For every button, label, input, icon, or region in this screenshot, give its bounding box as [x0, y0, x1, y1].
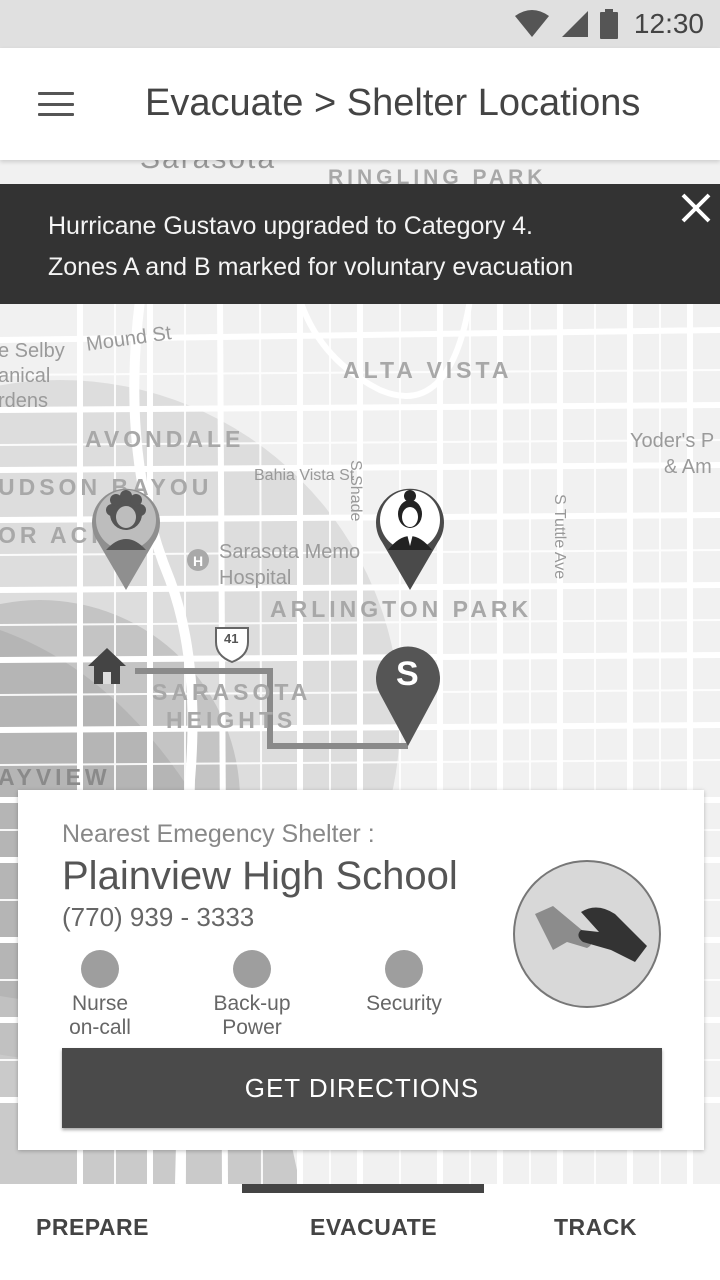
map-label-arlington-park: ARLINGTON PARK	[270, 596, 533, 622]
page-title: Evacuate > Shelter Locations	[145, 82, 641, 124]
map-label-avondale: AVONDALE	[85, 426, 245, 452]
amenity-power-label: Back-up Power	[213, 992, 291, 1039]
active-tab-indicator	[242, 1184, 484, 1193]
amenity-security: Security	[344, 950, 464, 1016]
map-label-hospital-2: Hospital	[219, 567, 292, 589]
map-label-sarasota-heights-2: HEIGHTS	[166, 707, 297, 733]
amenity-power: Back-up Power	[192, 950, 312, 1040]
route-41-label: 41	[224, 631, 239, 646]
map-label-s-tuttle: S Tuttle Ave	[551, 494, 568, 580]
shelter-illustration	[513, 860, 661, 1008]
home-icon[interactable]	[84, 644, 130, 690]
map-label-anical: anical	[0, 365, 51, 387]
amenity-nurse: Nurse on-call	[40, 950, 160, 1040]
tab-track[interactable]: TRACK	[554, 1214, 637, 1241]
alert-line-2: Zones A and B marked for voluntary evacu…	[48, 253, 574, 281]
battery-icon	[599, 9, 618, 39]
close-icon[interactable]	[680, 192, 712, 224]
card-subtitle: Nearest Emegency Shelter :	[62, 820, 375, 848]
helping-hands-icon	[535, 906, 647, 962]
status-bar: 12:30	[0, 0, 720, 48]
map-label-sarasota-heights-1: SARASOTA	[152, 679, 312, 705]
map-label-yoders-1: Yoder's P	[630, 430, 715, 452]
status-time: 12:30	[633, 8, 704, 39]
shelter-card: Nearest Emegency Shelter : Plainview Hig…	[18, 790, 704, 1150]
map-label-yoders-2: & Am	[664, 456, 712, 478]
map-label-rdens: rdens	[0, 390, 49, 412]
tab-prepare[interactable]: PREPARE	[36, 1214, 149, 1241]
map-label-selby: e Selby	[0, 340, 65, 362]
map-label-s-shade: S Shade	[347, 460, 364, 522]
amenity-nurse-label: Nurse on-call	[69, 992, 131, 1039]
map-label-hospital-1: Sarasota Memo	[219, 541, 361, 563]
map-label-alta-vista: ALTA VISTA	[343, 357, 513, 383]
bottom-navigation: PREPARE EVACUATE TRACK	[0, 1184, 720, 1280]
amenity-security-indicator	[385, 950, 423, 988]
wifi-icon	[514, 10, 549, 37]
shelter-name: Plainview High School	[62, 854, 458, 898]
alert-line-1: Hurricane Gustavo upgraded to Category 4…	[48, 212, 533, 240]
map-label-bahia-vista: Bahia Vista St	[254, 467, 355, 484]
shelter-phone[interactable]: (770) 939 - 3333	[62, 902, 254, 933]
amenity-power-indicator	[233, 950, 271, 988]
tab-evacuate[interactable]: EVACUATE	[310, 1214, 437, 1241]
amenity-nurse-indicator	[81, 950, 119, 988]
map-label-bayview: AYVIEW	[0, 764, 111, 790]
app-bar: Evacuate > Shelter Locations	[0, 48, 720, 160]
hamburger-menu-icon[interactable]	[38, 92, 74, 116]
get-directions-button[interactable]: GET DIRECTIONS	[62, 1048, 662, 1128]
family-member-marker-1[interactable]	[90, 484, 162, 590]
shelter-marker-letter: S	[396, 655, 419, 693]
map-label-sarasota: Sarasota	[140, 160, 276, 176]
svg-text:H: H	[193, 553, 203, 569]
alert-banner: Hurricane Gustavo upgraded to Category 4…	[0, 184, 720, 304]
family-member-marker-2[interactable]	[374, 486, 446, 590]
amenity-security-label: Security	[366, 992, 442, 1015]
cell-signal-icon	[561, 11, 588, 37]
